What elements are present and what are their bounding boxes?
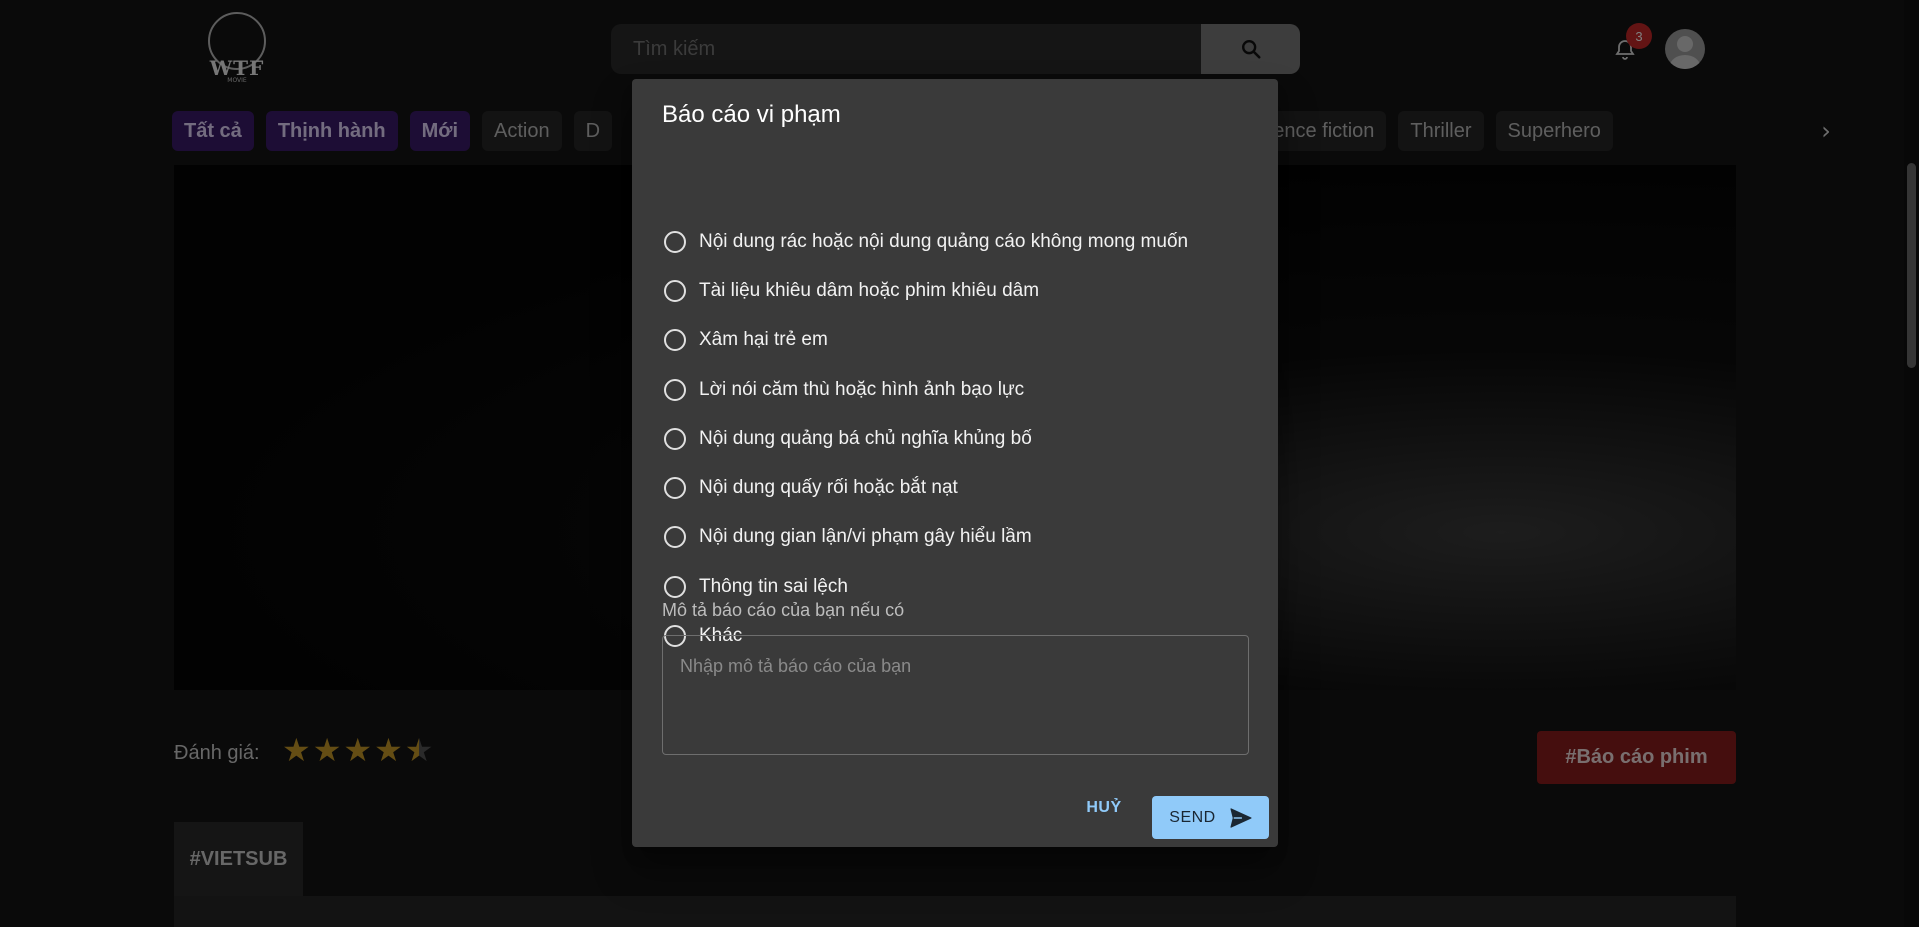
- report-option[interactable]: Thông tin sai lệch: [662, 572, 848, 602]
- option-label: Nội dung gian lận/vi phạm gây hiểu lầm: [699, 526, 1032, 547]
- option-label: Tài liệu khiêu dâm hoặc phim khiêu dâm: [699, 280, 1040, 301]
- report-option[interactable]: Nội dung quảng bá chủ nghĩa khủng bố: [662, 424, 1032, 454]
- radio-button[interactable]: [664, 329, 686, 351]
- description-label: Mô tả báo cáo của bạn nếu có: [662, 600, 905, 620]
- report-option[interactable]: Nội dung rác hoặc nội dung quảng cáo khô…: [662, 227, 1188, 257]
- report-option[interactable]: Nội dung quấy rối hoặc bắt nạt: [662, 473, 958, 503]
- report-option[interactable]: Tài liệu khiêu dâm hoặc phim khiêu dâm: [662, 276, 1039, 306]
- radio-button[interactable]: [664, 576, 686, 598]
- radio-button[interactable]: [664, 477, 686, 499]
- cancel-button[interactable]: HUỶ: [1074, 790, 1134, 826]
- option-label: Lời nói căm thù hoặc hình ảnh bạo lực: [699, 379, 1025, 400]
- radio-button[interactable]: [664, 280, 686, 302]
- report-option[interactable]: Nội dung gian lận/vi phạm gây hiểu lầm: [662, 522, 1032, 552]
- radio-button[interactable]: [664, 526, 686, 548]
- option-label: Xâm hại trẻ em: [699, 329, 828, 350]
- report-dialog: Báo cáo vi phạm Nội dung rác hoặc nội du…: [632, 79, 1278, 847]
- description-textarea[interactable]: [662, 635, 1249, 755]
- option-label: Thông tin sai lệch: [699, 576, 848, 597]
- option-label: Nội dung quấy rối hoặc bắt nạt: [699, 477, 958, 498]
- send-icon: [1230, 807, 1252, 828]
- radio-button[interactable]: [664, 428, 686, 450]
- option-label: Nội dung quảng bá chủ nghĩa khủng bố: [699, 428, 1032, 449]
- radio-button[interactable]: [664, 379, 686, 401]
- report-option[interactable]: Lời nói căm thù hoặc hình ảnh bạo lực: [662, 375, 1024, 405]
- send-button-label: SEND: [1169, 808, 1216, 826]
- dialog-title: Báo cáo vi phạm: [662, 101, 841, 128]
- send-button[interactable]: SEND: [1152, 796, 1269, 839]
- option-label: Nội dung rác hoặc nội dung quảng cáo khô…: [699, 231, 1189, 252]
- report-option[interactable]: Xâm hại trẻ em: [662, 325, 828, 355]
- radio-button[interactable]: [664, 231, 686, 253]
